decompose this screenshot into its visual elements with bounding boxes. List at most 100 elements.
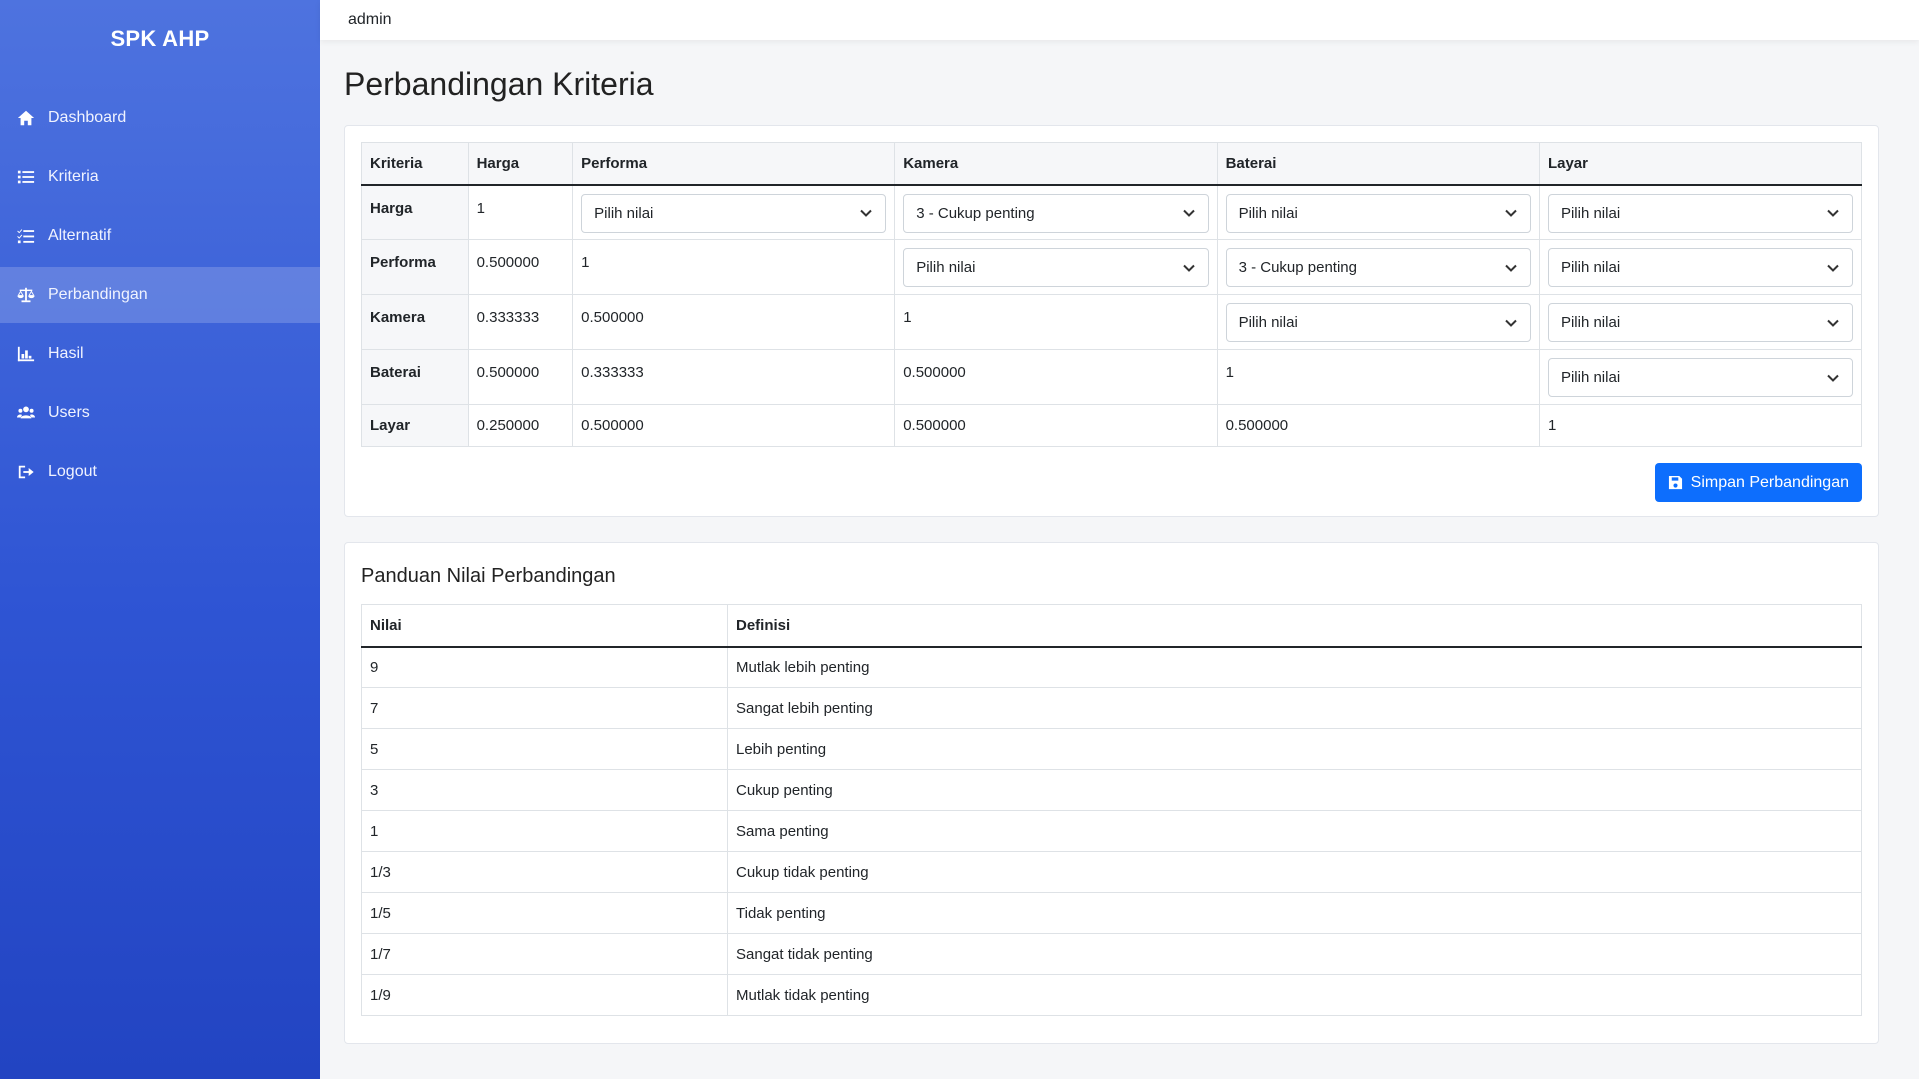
table-row: 1 Sama penting (361, 810, 1862, 852)
chevron-down-icon (1505, 209, 1517, 217)
row-header: Layar (361, 404, 469, 447)
matrix-value: 1 (1216, 349, 1540, 405)
chevron-down-icon (1182, 264, 1195, 272)
table-row: 5 Lebih penting (361, 728, 1862, 770)
comparison-header-row: Kriteria Harga Performa Kamera Baterai L… (361, 142, 1863, 186)
sidebar-item-label: Users (48, 404, 90, 421)
matrix-value: 0.500000 (467, 239, 574, 295)
row-header: Performa (361, 239, 469, 295)
table-row: 7 Sangat lebih penting (361, 687, 1862, 729)
column-header: Kriteria (361, 142, 469, 186)
matrix-value: 0.500000 (572, 294, 896, 350)
comparison-table: Kriteria Harga Performa Kamera Baterai L… (361, 142, 1863, 447)
guide-definition: Sangat tidak penting (727, 933, 1862, 975)
sidebar-item-label: Logout (48, 463, 97, 480)
sidebar-item-kriteria[interactable]: Kriteria (0, 149, 320, 205)
guide-definition: Lebih penting (727, 728, 1862, 770)
list-icon (16, 167, 36, 187)
guide-value: 1/5 (361, 892, 728, 934)
users-icon (16, 403, 36, 423)
table-row: Performa 0.500000 1 Pilih nilai 3 - Cuku… (361, 239, 1863, 295)
matrix-value: 0.250000 (467, 404, 574, 447)
guide-value: 1/9 (361, 974, 728, 1016)
guide-title: Panduan Nilai Perbandingan (361, 565, 616, 587)
matrix-value: 0.500000 (467, 349, 574, 405)
table-row: 9 Mutlak lebih penting (361, 646, 1862, 688)
checklist-icon (16, 226, 36, 246)
brand-title[interactable]: SPK AHP (0, 0, 320, 78)
select-value: 3 - Cukup penting (1238, 259, 1357, 276)
chevron-down-icon (1505, 264, 1517, 272)
sidebar-item-users[interactable]: Users (0, 385, 320, 441)
sidebar-item-label: Perbandingan (48, 286, 148, 303)
table-row: Kamera 0.333333 0.500000 1 Pilih nilai P… (361, 294, 1863, 350)
guide-definition: Sama penting (727, 810, 1862, 852)
sidebar-item-dashboard[interactable]: Dashboard (0, 90, 320, 146)
comparison-card: Kriteria Harga Performa Kamera Baterai L… (344, 125, 1879, 517)
row-header: Kamera (361, 294, 469, 350)
matrix-value: 0.333333 (467, 294, 574, 350)
sidebar-item-hasil[interactable]: Hasil (0, 326, 320, 382)
comparison-select[interactable]: Pilih nilai (1547, 248, 1853, 287)
select-value: Pilih nilai (1560, 259, 1621, 276)
table-row: 1/5 Tidak penting (361, 892, 1862, 934)
comparison-select[interactable]: 3 - Cukup penting (903, 193, 1209, 233)
select-value: Pilih nilai (1560, 204, 1621, 222)
matrix-value: 0.500000 (894, 349, 1218, 405)
table-row: 3 Cukup penting (361, 769, 1862, 811)
select-value: Pilih nilai (1560, 314, 1621, 331)
table-row: 1/7 Sangat tidak penting (361, 933, 1862, 975)
matrix-value: 0.500000 (572, 404, 896, 447)
comparison-select[interactable]: Pilih nilai (1547, 193, 1853, 233)
guide-definition: Tidak penting (727, 892, 1862, 934)
column-header: Performa (572, 142, 896, 186)
guide-definition: Mutlak lebih penting (727, 646, 1862, 688)
table-row: 1/3 Cukup tidak penting (361, 851, 1862, 893)
page-title: Perbandingan Kriteria (344, 66, 654, 102)
sidebar-item-label: Dashboard (48, 109, 127, 126)
guide-value: 1/7 (361, 933, 728, 975)
guide-definition: Cukup tidak penting (727, 851, 1862, 893)
comparison-select[interactable]: Pilih nilai (581, 193, 887, 233)
sidebar-item-alternatif[interactable]: Alternatif (0, 208, 320, 264)
select-value: Pilih nilai (594, 204, 654, 222)
matrix-value: 0.333333 (572, 349, 896, 405)
guide-header-row: Nilai Definisi (361, 604, 1862, 648)
chevron-down-icon (1827, 319, 1839, 327)
guide-definition: Mutlak tidak penting (727, 974, 1862, 1016)
column-header: Definisi (727, 604, 1862, 648)
sidebar-item-logout[interactable]: Logout (0, 444, 320, 500)
user-name[interactable]: admin (348, 11, 392, 29)
table-row: 1/9 Mutlak tidak penting (361, 974, 1862, 1016)
sidebar-item-label: Alternatif (48, 227, 112, 244)
chevron-down-icon (1827, 264, 1839, 272)
guide-value: 3 (361, 769, 728, 811)
save-comparison-button[interactable]: Simpan Perbandingan (1654, 463, 1862, 502)
comparison-select[interactable]: Pilih nilai (1547, 303, 1853, 342)
comparison-select[interactable]: 3 - Cukup penting (1225, 248, 1531, 287)
comparison-select[interactable]: Pilih nilai (903, 248, 1209, 287)
sidebar-item-perbandingan[interactable]: Perbandingan (0, 267, 320, 323)
matrix-value: 1 (467, 184, 574, 240)
main-content: Perbandingan Kriteria Kriteria Harga Per… (320, 40, 1919, 1079)
column-header: Nilai (361, 604, 728, 648)
column-header: Kamera (894, 142, 1218, 186)
comparison-select[interactable]: Pilih nilai (1547, 358, 1853, 397)
guide-definition: Cukup penting (727, 769, 1862, 811)
guide-card: Panduan Nilai Perbandingan Nilai Definis… (344, 542, 1879, 1044)
chevron-down-icon (1827, 209, 1839, 217)
matrix-value: 1 (1538, 404, 1863, 447)
comparison-select[interactable]: Pilih nilai (1225, 303, 1531, 342)
select-value: Pilih nilai (1560, 369, 1621, 386)
home-icon (16, 108, 36, 128)
sidebar-item-label: Hasil (48, 345, 84, 362)
logout-icon (16, 462, 36, 482)
guide-value: 9 (361, 646, 728, 688)
matrix-value: 1 (894, 294, 1218, 350)
matrix-value: 0.500000 (1216, 404, 1540, 447)
balance-scale-icon (16, 285, 36, 305)
chevron-down-icon (860, 209, 872, 217)
topbar: admin (320, 0, 1919, 40)
comparison-select[interactable]: Pilih nilai (1225, 193, 1531, 233)
chevron-down-icon (1505, 319, 1517, 327)
